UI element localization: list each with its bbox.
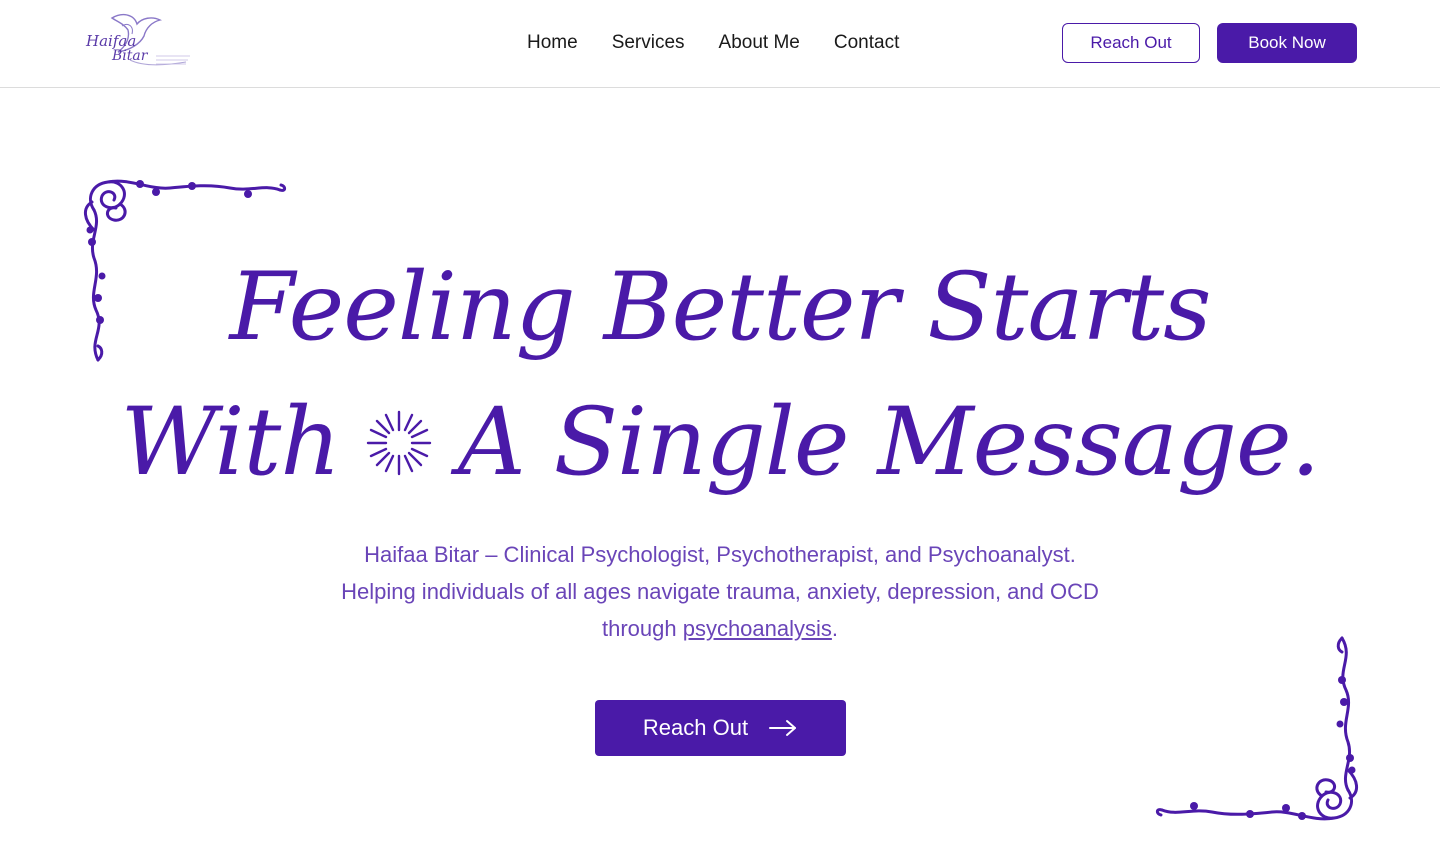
- logo[interactable]: Haifaa Bitar: [82, 10, 194, 74]
- hero-title-line2: With A Single Message.: [0, 388, 1440, 498]
- main-nav: Home Services About Me Contact: [510, 30, 916, 56]
- nav-services[interactable]: Services: [612, 30, 685, 56]
- nav-home[interactable]: Home: [527, 30, 578, 56]
- site-header: Haifaa Bitar Home Services About Me Cont…: [0, 0, 1440, 88]
- hero-title-line1: Feeling Better Starts: [229, 253, 1212, 362]
- psychoanalysis-link[interactable]: psychoanalysis: [683, 616, 832, 641]
- hero-title-rest: A Single Message.: [457, 388, 1321, 497]
- corner-ornament-bottom-right: [1155, 636, 1358, 821]
- nav-contact[interactable]: Contact: [834, 30, 899, 56]
- hero-title-word-with: With: [120, 388, 341, 497]
- logo-line2: Bitar: [112, 48, 148, 64]
- hero-reach-out-label: Reach Out: [642, 715, 749, 740]
- hero-subtitle-prefix: through: [601, 616, 683, 641]
- hero-reach-out-button[interactable]: Reach Out: [595, 700, 846, 756]
- arrow-right-icon: [769, 720, 797, 736]
- sparkle-icon: [366, 410, 432, 476]
- hero-subtitle-line2: Helping individuals of all ages navigate…: [341, 579, 1099, 604]
- header-book-now-button[interactable]: Book Now: [1217, 23, 1357, 63]
- nav-about-me[interactable]: About Me: [719, 30, 800, 56]
- hero-subtitle-line1: Haifaa Bitar – Clinical Psychologist, Ps…: [364, 542, 1076, 567]
- hero-subtitle-suffix: .: [831, 616, 839, 641]
- header-reach-out-button[interactable]: Reach Out: [1062, 23, 1200, 63]
